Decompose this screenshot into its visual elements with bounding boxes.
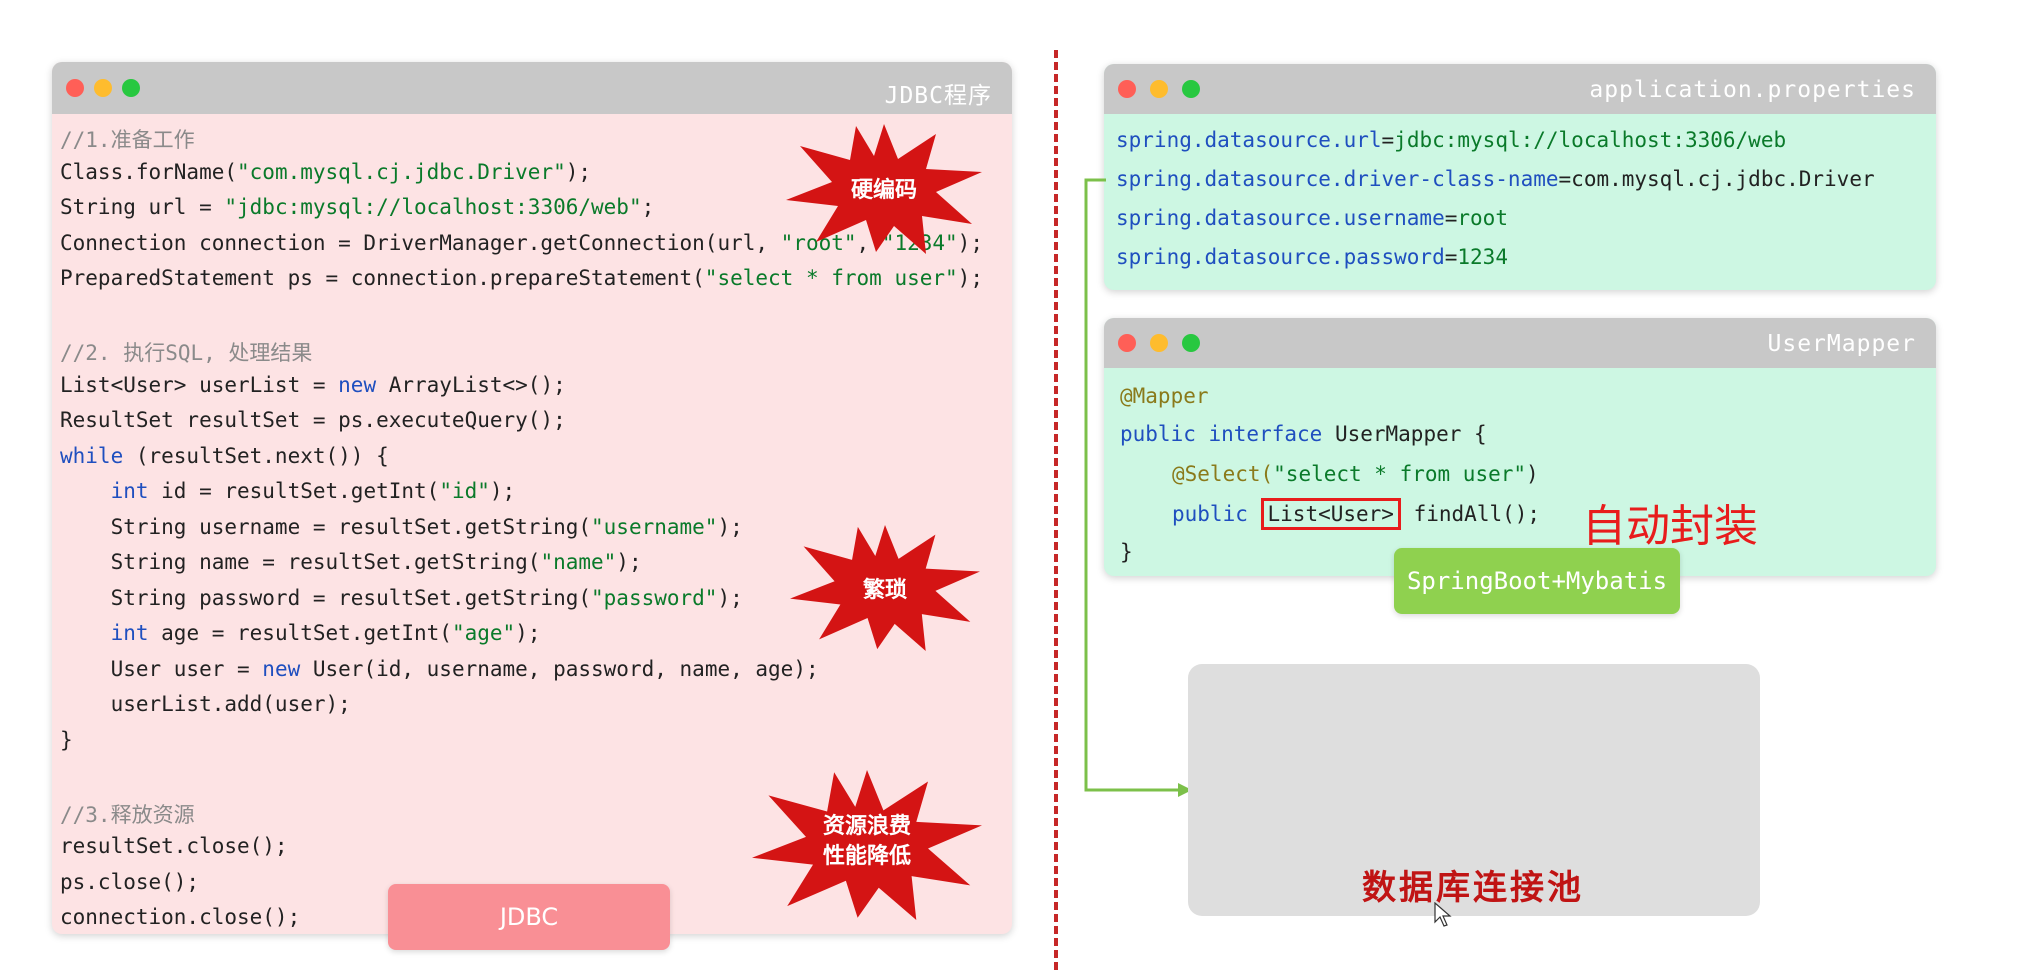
method-line: public List<User> findAll(); [1172, 498, 1541, 530]
code-line: String password = resultSet.getString("p… [60, 585, 743, 610]
code-line: Class.forName("com.mysql.cj.jdbc.Driver"… [60, 159, 592, 184]
code-comment: //1.准备工作 [60, 128, 195, 152]
close-window-icon[interactable] [66, 79, 84, 97]
property-line: spring.datasource.url=jdbc:mysql://local… [1116, 128, 1786, 152]
select-close: ) [1526, 462, 1539, 486]
code-line: resultSet.close(); [60, 834, 288, 858]
springboot-mybatis-badge: SpringBoot+Mybatis [1394, 548, 1680, 614]
select-sql: "select * from user" [1273, 462, 1527, 486]
mapper-window: UserMapper @Mapper public interface User… [1104, 318, 1936, 576]
auto-encapsulate-callout: 自动封装 [1582, 501, 1758, 552]
connection-pool-box: 数据库连接池 [1188, 664, 1760, 916]
maximize-window-icon[interactable] [122, 79, 140, 97]
code-comment: //3.释放资源 [60, 802, 195, 827]
code-line: int id = resultSet.getInt("id"); [110, 479, 516, 503]
connection-pool-label: 数据库连接池 [1362, 868, 1584, 908]
connector-arrow [1084, 178, 1192, 797]
property-key: spring.datasource.url [1116, 128, 1382, 152]
property-value: 1234 [1457, 245, 1508, 269]
properties-window-titlebar: application.properties [1104, 64, 1936, 114]
properties-window-title: application.properties [1589, 77, 1916, 103]
code-line: ResultSet resultSet = ps.executeQuery(); [60, 408, 566, 432]
properties-window: application.properties spring.datasource… [1104, 64, 1936, 290]
code-line: String username = resultSet.getString("u… [60, 514, 743, 539]
property-equals: = [1444, 245, 1458, 269]
maximize-window-icon[interactable] [1182, 80, 1200, 98]
select-annotation-line: @Select("select * from user") [1172, 462, 1539, 486]
mapper-window-title: UserMapper [1767, 331, 1916, 357]
waste-burst: 资源浪费 性能降低 [752, 770, 982, 920]
property-value: root [1457, 206, 1508, 230]
property-line: spring.datasource.driver-class-name=com.… [1116, 167, 1875, 191]
minimize-window-icon[interactable] [94, 79, 112, 97]
property-equals: = [1381, 128, 1395, 152]
code-line: ps.close(); [60, 869, 200, 894]
mouse-cursor-icon [1434, 902, 1452, 927]
jdbc-badge: JDBC [388, 884, 670, 950]
section-divider [1054, 50, 1058, 970]
tedious-burst: 繁琐 [790, 524, 980, 652]
code-line: PreparedStatement ps = connection.prepar… [60, 266, 983, 290]
interface-name: UserMapper { [1334, 422, 1487, 446]
hardcode-burst: 硬编码 [786, 124, 982, 254]
method-name: findAll(); [1413, 502, 1541, 526]
code-line: userList.add(user); [60, 692, 351, 716]
minimize-window-icon[interactable] [1150, 80, 1168, 98]
hardcode-label: 硬编码 [850, 178, 917, 203]
code-line: while (resultSet.next()) { [60, 443, 389, 468]
code-line: List<User> userList = new ArrayList<>(); [60, 372, 566, 397]
code-line: String url = "jdbc:mysql://localhost:330… [60, 195, 655, 219]
property-value: com.mysql.cj.jdbc.Driver [1571, 167, 1875, 191]
property-value: jdbc:mysql://localhost:3306/web [1394, 128, 1787, 152]
close-window-icon[interactable] [1118, 80, 1136, 98]
property-equals: = [1444, 206, 1458, 230]
mapper-window-titlebar: UserMapper [1104, 318, 1936, 368]
code-line: connection.close(); [60, 905, 301, 929]
jdbc-window-titlebar: JDBC程序 [52, 62, 1012, 114]
return-type-highlight: List<User> [1260, 498, 1401, 530]
property-equals: = [1558, 167, 1572, 191]
code-line: User user = new User(id, username, passw… [60, 656, 819, 681]
waste-label: 资源浪费 性能降低 [822, 814, 911, 869]
tedious-label: 繁琐 [862, 578, 907, 603]
code-line: } [60, 727, 73, 752]
code-line: String name = resultSet.getString("name"… [60, 550, 642, 574]
jdbc-window-title: JDBC程序 [884, 83, 992, 109]
code-line: int age = resultSet.getInt("age"); [110, 621, 541, 645]
code-comment: //2. 执行SQL, 处理结果 [60, 341, 313, 365]
